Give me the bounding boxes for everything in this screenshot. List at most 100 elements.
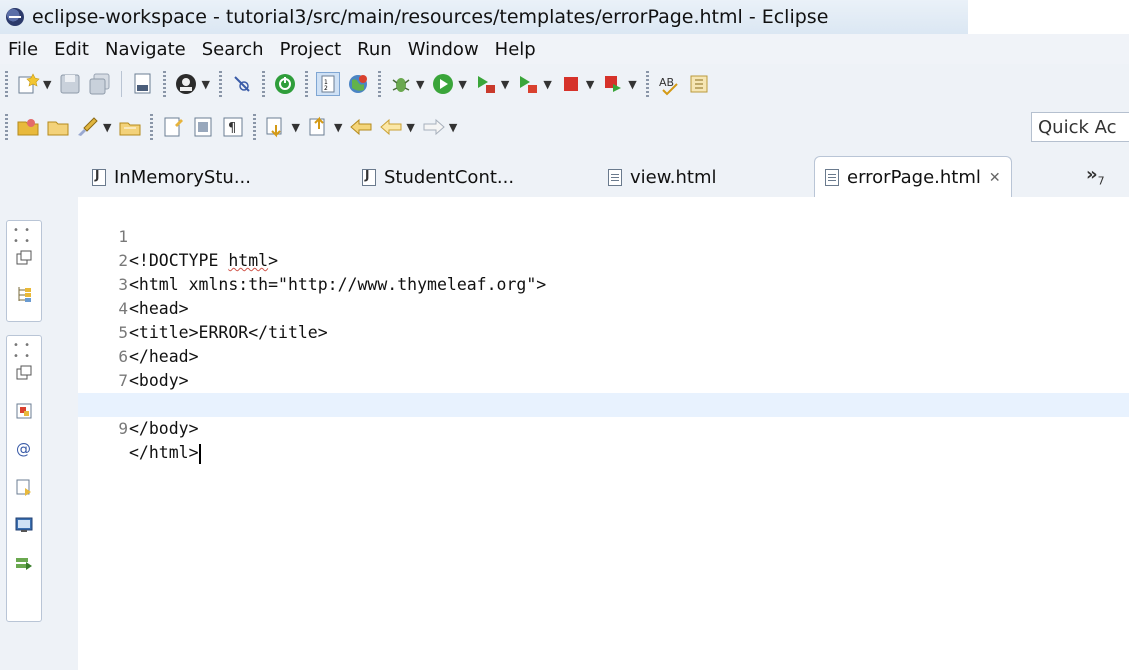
tab-view-html[interactable]: view.html — [608, 158, 717, 196]
chevron-down-icon[interactable]: ▼ — [543, 78, 551, 91]
code-line-current[interactable]: 9 </html> — [78, 393, 1129, 464]
tab-inmemorystudent[interactable]: InMemoryStu... — [92, 158, 251, 196]
tab-label: view.html — [630, 166, 717, 188]
toolbar-grip[interactable] — [304, 71, 308, 97]
toolbar-grip[interactable] — [377, 71, 381, 97]
chevron-down-icon[interactable]: ▼ — [416, 78, 424, 91]
open-type-icon[interactable] — [131, 72, 155, 96]
run-icon[interactable] — [431, 72, 455, 96]
format-icon[interactable] — [687, 72, 711, 96]
menu-navigate[interactable]: Navigate — [97, 39, 194, 60]
external-tools-icon[interactable] — [516, 72, 540, 96]
code-line[interactable]: 2 <html xmlns:th="http://www.thymeleaf.o… — [78, 225, 1129, 294]
code-line[interactable]: 3 <head> — [78, 249, 1129, 318]
svg-text:AB: AB — [659, 76, 674, 89]
toolbar-grip[interactable] — [261, 71, 265, 97]
save-icon[interactable] — [58, 72, 82, 96]
servers-view-icon[interactable] — [15, 554, 33, 572]
code-text: </html> — [129, 441, 201, 465]
console-view-icon[interactable] — [15, 516, 33, 534]
chevron-down-icon[interactable]: ▼ — [458, 78, 466, 91]
close-icon[interactable]: ✕ — [989, 170, 1001, 186]
open-folder-icon[interactable] — [118, 115, 142, 139]
toggle-line-numbers-icon[interactable]: 12 — [315, 72, 340, 96]
problems-view-icon[interactable] — [15, 402, 33, 420]
menu-project[interactable]: Project — [272, 39, 350, 60]
spring-boot-icon[interactable] — [273, 72, 297, 96]
next-annotation-icon[interactable] — [264, 115, 288, 139]
chevron-down-icon[interactable]: ▼ — [501, 78, 509, 91]
stack-grip[interactable]: • • • • — [13, 340, 41, 362]
show-whitespace-icon[interactable]: ¶ — [221, 115, 245, 139]
folder-icon[interactable] — [46, 115, 70, 139]
toolbar-grip[interactable] — [218, 71, 222, 97]
javadoc-view-icon[interactable]: @ — [15, 440, 33, 458]
stop-icon[interactable] — [559, 72, 583, 96]
chevron-down-icon[interactable]: ▼ — [628, 78, 636, 91]
tab-overflow-button[interactable]: »7 — [1086, 164, 1105, 188]
declaration-view-icon[interactable] — [15, 478, 33, 496]
chevron-down-icon[interactable]: ▼ — [449, 121, 457, 134]
toolbar-grip[interactable] — [163, 71, 167, 97]
minimized-view-stack: • • • • @ — [6, 335, 42, 622]
chevron-down-icon[interactable]: ▼ — [586, 78, 594, 91]
chevron-down-icon[interactable]: ▼ — [201, 78, 209, 91]
forward-arrow-icon[interactable] — [422, 115, 446, 139]
code-line[interactable]: 6 <body> — [78, 321, 1129, 390]
toolbar-grip[interactable] — [253, 114, 257, 140]
tab-errorpage-html[interactable]: errorPage.html ✕ — [814, 156, 1012, 199]
code-line[interactable]: 4 <title>ERROR</title> — [78, 273, 1129, 342]
toolbar-grip[interactable] — [150, 114, 154, 140]
package-explorer-icon[interactable] — [15, 285, 33, 303]
menu-help[interactable]: Help — [487, 39, 544, 60]
previous-annotation-icon[interactable] — [307, 115, 331, 139]
chevron-down-icon[interactable]: ▼ — [103, 121, 111, 134]
stack-grip[interactable]: • • • • — [13, 225, 41, 247]
debug-icon[interactable] — [389, 72, 413, 96]
eclipse-app-icon — [6, 8, 24, 26]
code-line[interactable]: 1 <!DOCTYPE html> — [78, 201, 1129, 270]
menu-window[interactable]: Window — [400, 39, 487, 60]
chevron-down-icon[interactable]: ▼ — [406, 121, 414, 134]
coverage-icon[interactable] — [474, 72, 498, 96]
chevron-down-icon[interactable]: ▼ — [334, 121, 342, 134]
text-caret — [198, 443, 201, 464]
code-editor[interactable]: 1 <!DOCTYPE html> 2 <html xmlns:th="http… — [78, 197, 1129, 670]
line-number: 9 — [118, 419, 128, 438]
spell-check-icon[interactable]: AB — [657, 72, 681, 96]
menu-run[interactable]: Run — [349, 39, 400, 60]
terminal-icon[interactable] — [174, 72, 198, 96]
edit-file-icon[interactable] — [161, 115, 185, 139]
skip-breakpoints-icon[interactable] — [230, 72, 254, 96]
open-folder-icon[interactable] — [16, 115, 40, 139]
code-line[interactable]: 7 <h3 th:text="'ERROR: ' + ${errormessag… — [78, 345, 1129, 414]
toolbar-grip[interactable] — [5, 71, 8, 97]
tab-studentcontroller[interactable]: StudentCont... — [362, 158, 514, 196]
restore-icon[interactable] — [15, 364, 33, 382]
toolbar-grip[interactable] — [645, 71, 649, 97]
tab-label: errorPage.html — [847, 167, 981, 188]
new-wizard-icon[interactable] — [16, 72, 40, 96]
menu-search[interactable]: Search — [194, 39, 272, 60]
code-line[interactable]: 5 </head> — [78, 297, 1129, 366]
back-arrow-icon[interactable] — [379, 115, 403, 139]
restore-icon[interactable] — [15, 249, 33, 267]
launch-icon[interactable] — [601, 72, 625, 96]
code-line[interactable]: 8 </body> — [78, 369, 1129, 438]
chevron-down-icon[interactable]: ▼ — [291, 121, 299, 134]
brush-icon[interactable] — [76, 115, 100, 139]
last-edit-location-icon[interactable] — [349, 115, 373, 139]
menu-edit[interactable]: Edit — [46, 39, 97, 60]
code-text-content: </html> — [129, 443, 199, 462]
editor-tab-bar: InMemoryStu... StudentCont... view.html … — [78, 150, 1129, 199]
toolbar-grip[interactable] — [5, 114, 8, 140]
chevron-down-icon[interactable]: ▼ — [43, 78, 51, 91]
quick-access-input[interactable]: Quick Ac — [1031, 112, 1129, 142]
chevron-double-right-icon: » — [1086, 164, 1098, 185]
tab-overflow-count: 7 — [1097, 174, 1105, 188]
block-selection-icon[interactable] — [191, 115, 215, 139]
menu-file[interactable]: File — [0, 39, 46, 60]
save-all-icon[interactable] — [88, 72, 112, 96]
left-trim-bar: • • • • • • • • @ — [0, 150, 78, 670]
web-browser-icon[interactable] — [346, 72, 370, 96]
